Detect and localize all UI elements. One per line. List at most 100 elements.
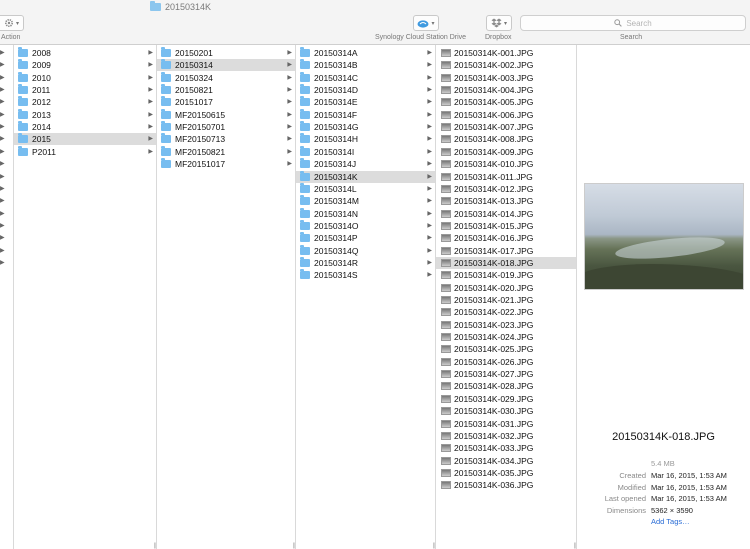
file-row[interactable]: 20150314K-018.JPG [436, 256, 576, 269]
column-resize-handle[interactable] [14, 541, 156, 549]
folder-row[interactable]: 20150314A ▶ [296, 47, 435, 59]
file-row[interactable]: 20150314K-021.JPG [436, 294, 576, 306]
folder-row[interactable]: MF20150701 ▶ [157, 121, 295, 133]
file-row[interactable]: 20150314K-026.JPG [436, 356, 576, 368]
folder-row[interactable]: 20150314B ▶ [296, 59, 435, 71]
folder-row[interactable]: 2010 ▶ [14, 71, 156, 84]
folder-row[interactable]: MF20151017 ▶ [157, 158, 295, 170]
folder-row[interactable]: 20150314C ▶ [296, 71, 435, 84]
column-resize-handle[interactable] [157, 541, 295, 549]
add-tags-link[interactable]: Add Tags… [651, 517, 690, 526]
folder-row[interactable]: 20150314E ▶ [296, 96, 435, 108]
dropbox-button[interactable]: ▾ [486, 15, 512, 31]
folder-row[interactable]: 20151017 ▶ [157, 96, 295, 108]
folder-row[interactable]: 20150314D ▶ [296, 84, 435, 96]
folder-row[interactable]: 2013 ▶ [14, 108, 156, 121]
folder-row[interactable]: 2014 ▶ [14, 121, 156, 133]
file-row[interactable]: 20150314K-033.JPG [436, 442, 576, 454]
file-row[interactable]: 20150314K-003.JPG [436, 72, 576, 84]
file-row[interactable]: 20150314K-028.JPG [436, 380, 576, 392]
folder-row[interactable]: 20150821 ▶ [157, 84, 295, 96]
folder-row[interactable]: 20150314H ▶ [296, 133, 435, 145]
file-row[interactable]: 20150314K-025.JPG [436, 343, 576, 355]
synology-button[interactable]: ▾ [413, 15, 439, 31]
modified-value: Mar 16, 2015, 1:53 AM [651, 483, 727, 492]
file-row[interactable]: 20150314K-036.JPG [436, 479, 576, 491]
file-row[interactable]: 20150314K-010.JPG [436, 158, 576, 170]
folder-row[interactable]: 20150314K ▶ [296, 170, 435, 183]
folder-row[interactable]: 20150314N ▶ [296, 207, 435, 220]
folder-row[interactable]: 20150314G ▶ [296, 121, 435, 133]
folder-icon [18, 145, 28, 156]
folder-row[interactable]: MF20150615 ▶ [157, 108, 295, 121]
folder-row[interactable]: 20150314R ▶ [296, 256, 435, 269]
folder-row[interactable]: 20150314M ▶ [296, 195, 435, 207]
folder-row[interactable]: 20150314F ▶ [296, 108, 435, 121]
file-row[interactable]: 20150314K-014.JPG [436, 208, 576, 220]
file-row[interactable]: 20150314K-004.JPG [436, 84, 576, 96]
folder-row[interactable]: 20150314J ▶ [296, 158, 435, 170]
folder-name: MF20150701 [175, 122, 226, 133]
file-row[interactable]: 20150314K-034.JPG [436, 455, 576, 467]
file-row[interactable]: 20150314K-011.JPG [436, 171, 576, 183]
file-row[interactable]: 20150314K-027.JPG [436, 368, 576, 380]
column-rolls[interactable]: 20150314A ▶ 20150314B ▶ 20150314C ▶ 20150314D ▶… [296, 45, 436, 549]
file-row[interactable]: 20150314K-030.JPG [436, 405, 576, 417]
action-button[interactable]: ▾ [0, 15, 24, 31]
file-row[interactable]: 20150314K-013.JPG [436, 195, 576, 207]
file-row[interactable]: 20150314K-035.JPG [436, 467, 576, 479]
folder-icon [161, 108, 171, 119]
file-row[interactable]: 20150314K-024.JPG [436, 331, 576, 343]
folder-row[interactable]: 2012 ▶ [14, 96, 156, 108]
file-row[interactable]: 20150314K-005.JPG [436, 96, 576, 108]
file-row[interactable]: 20150314K-019.JPG [436, 269, 576, 281]
folder-row[interactable]: 20150314L ▶ [296, 182, 435, 195]
file-row[interactable]: 20150314K-016.JPG [436, 232, 576, 244]
file-row[interactable]: 20150314K-002.JPG [436, 59, 576, 71]
folder-row[interactable]: 20150314 ▶ [157, 59, 295, 72]
file-row[interactable]: 20150314K-032.JPG [436, 430, 576, 442]
folder-name: 20150314R [314, 257, 358, 268]
folder-row[interactable]: 2015 ▶ [14, 133, 156, 146]
file-row[interactable]: 20150314K-022.JPG [436, 306, 576, 318]
file-name: 20150314K-005.JPG [454, 97, 534, 108]
folder-row[interactable]: 20150324 ▶ [157, 71, 295, 84]
file-row[interactable]: 20150314K-008.JPG [436, 133, 576, 145]
column-resize-handle[interactable] [296, 541, 435, 549]
folder-row[interactable]: 20150314P ▶ [296, 232, 435, 244]
image-thumbnail-icon [441, 370, 451, 379]
folder-row[interactable]: 20150201 ▶ [157, 47, 295, 59]
disclosure-arrow-icon: ▶ [427, 111, 432, 118]
file-row[interactable]: 20150314K-009.JPG [436, 146, 576, 158]
folder-row[interactable]: 20150314S ▶ [296, 269, 435, 281]
column-resize-handle[interactable] [436, 541, 576, 549]
column-files[interactable]: 20150314K-001.JPG20150314K-002.JPG201503… [436, 45, 577, 549]
file-row[interactable]: 20150314K-012.JPG [436, 183, 576, 195]
folder-row[interactable]: 2011 ▶ [14, 84, 156, 96]
image-thumbnail-icon [441, 444, 451, 453]
folder-row[interactable]: 20150314Q ▶ [296, 244, 435, 257]
column-years[interactable]: 2008 ▶ 2009 ▶ 2010 ▶ 2011 ▶ 2012 ▶ 2013 ▶ 2014 ▶ 2015 ▶… [14, 45, 157, 549]
folder-row[interactable]: P2011 ▶ [14, 145, 156, 158]
file-row[interactable]: 20150314K-001.JPG [436, 47, 576, 59]
file-name: 20150314K-017.JPG [454, 245, 534, 256]
folder-row[interactable]: 20150314I ▶ [296, 145, 435, 158]
disclosure-arrow-icon: ▶ [427, 136, 432, 143]
folder-row[interactable]: 20150314O ▶ [296, 219, 435, 232]
file-row[interactable]: 20150314K-006.JPG [436, 109, 576, 121]
search-input[interactable]: Search [520, 15, 746, 31]
file-row[interactable]: 20150314K-029.JPG [436, 393, 576, 405]
folder-row[interactable]: MF20150713 ▶ [157, 133, 295, 145]
file-row[interactable]: 20150314K-007.JPG [436, 121, 576, 133]
file-row[interactable]: 20150314K-015.JPG [436, 220, 576, 232]
file-row[interactable]: 20150314K-031.JPG [436, 418, 576, 430]
file-row[interactable]: 20150314K-017.JPG [436, 245, 576, 257]
column-dates[interactable]: 20150201▶20150314▶20150324▶20150821▶2015… [157, 45, 296, 549]
folder-row[interactable]: 2008 ▶ [14, 47, 156, 59]
file-name: 20150314K-033.JPG [454, 443, 534, 454]
chevron-down-icon: ▾ [503, 20, 507, 27]
file-row[interactable]: 20150314K-020.JPG [436, 282, 576, 294]
folder-row[interactable]: 2009 ▶ [14, 59, 156, 71]
file-row[interactable]: 20150314K-023.JPG [436, 319, 576, 331]
folder-row[interactable]: MF20150821 ▶ [157, 145, 295, 158]
